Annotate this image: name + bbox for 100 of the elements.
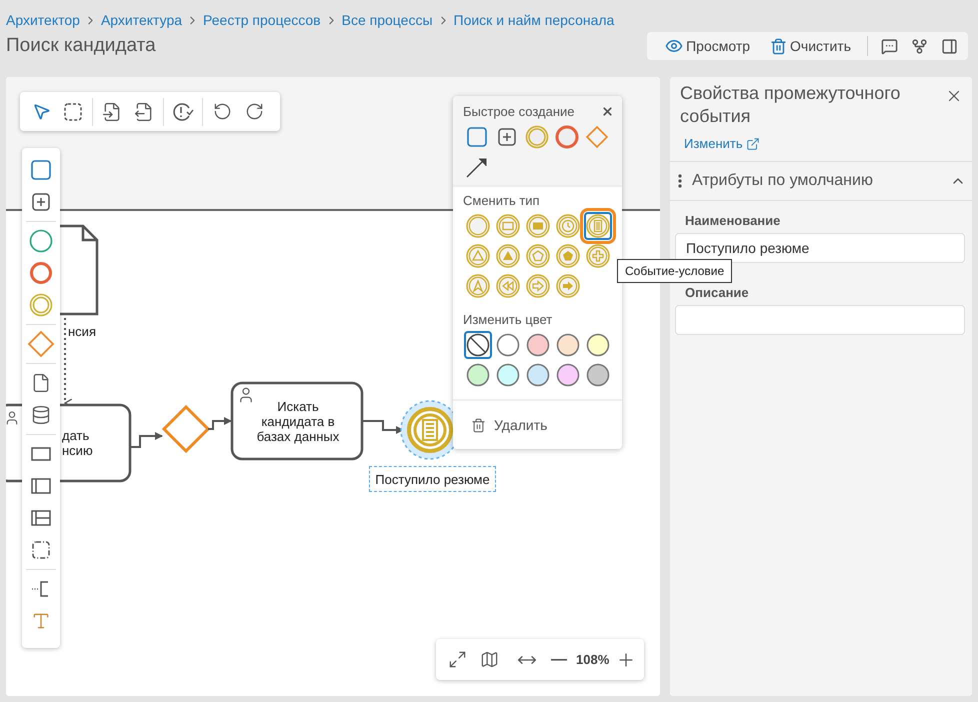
delete-button[interactable]: Удалить [453,399,622,449]
color-swatch [556,363,580,387]
breadcrumb-link[interactable]: Архитектор [6,12,80,28]
gateway-tool[interactable] [26,329,56,359]
color-option[interactable] [464,331,492,359]
section-header[interactable]: Атрибуты по умолчанию [670,161,972,201]
panel-title: Свойства промежуточного события [680,82,902,128]
gateway-tool[interactable] [585,125,609,149]
rectangle-icon [30,445,52,463]
external-link-icon [746,136,760,150]
event-type-icon [526,214,550,238]
color-option[interactable] [464,361,492,389]
trash-icon [471,418,486,432]
connector-arrow [208,417,232,430]
change-link[interactable]: Изменить [684,136,760,151]
diamond-icon [585,125,609,149]
breadcrumb-link[interactable]: Реестр процессов [203,12,321,28]
event-type-icon [496,244,520,268]
color-swatch [466,363,490,387]
field-label: Описание [685,285,750,300]
color-swatch [526,333,550,357]
no-color-icon [466,333,490,357]
event-type-icon [556,214,580,238]
database-icon [31,405,51,425]
thick-circle-icon [555,125,579,149]
color-option[interactable] [524,361,552,389]
breadcrumb-link[interactable]: Архитектура [100,12,182,28]
connector-arrow [362,420,404,434]
event-type-icon [556,244,580,268]
map-icon [480,650,498,669]
lanes-icon [30,509,52,527]
color-option[interactable] [554,331,582,359]
event-type-icon [466,244,490,268]
connector-arrow [130,432,163,448]
task-tool[interactable] [465,125,489,149]
event-type-icon [556,274,580,298]
color-swatch [496,363,520,387]
page-title: Поиск кандидата [6,35,157,57]
subprocess-icon [31,192,51,212]
menu-heading: Быстрое создание [463,104,575,119]
breadcrumb-link[interactable]: Поиск и найм персонала [454,12,614,28]
event-type-icon [586,214,610,238]
gateway-shape [162,404,210,454]
comment-icon [880,38,898,54]
tooltip: Событие-условие [617,259,732,283]
event-label: Поступило резюме [369,466,496,492]
task-label: Искать кандидата в базах данных [256,399,340,444]
zoom-level: 108% [576,652,610,667]
event-type-icon [496,274,520,298]
trash-icon [770,38,788,54]
color-swatch [586,363,610,387]
color-option[interactable] [494,331,522,359]
color-option[interactable] [584,331,612,359]
end-event-tool[interactable] [555,125,579,149]
color-swatch [586,333,610,357]
export-icon [134,102,154,122]
validate-icon [172,102,194,122]
branch-icon [910,38,928,54]
dashed-square-icon [31,540,51,560]
event-type-icon [496,214,520,238]
field-label: Наименование [685,213,782,228]
pointer-icon [32,102,50,121]
user-icon [6,410,20,426]
task-icon [30,159,52,181]
color-swatch [526,363,550,387]
document-icon [31,373,51,393]
subprocess-icon [497,127,517,147]
dashed-square-icon [63,102,83,122]
drag-handle-icon [678,174,682,188]
close-icon [600,105,614,118]
thick-circle-icon [29,261,53,285]
document-label: нсия [68,324,97,339]
task-label: дать нсию [62,428,94,458]
double-circle-icon [525,125,549,149]
color-swatch [556,333,580,357]
diamond-icon [27,330,55,358]
color-option[interactable] [524,331,552,359]
redo-icon [244,102,264,121]
user-icon [237,386,255,404]
color-option[interactable] [584,361,612,389]
task-icon [466,126,488,148]
clear-button[interactable]: Очистить [762,34,859,58]
event-type-option[interactable] [554,212,582,240]
event-type-icon [466,214,490,238]
color-option[interactable] [494,361,522,389]
text-field[interactable]: Поступило резюме [675,233,965,263]
minus-icon [551,658,567,660]
undo-icon [212,102,232,121]
pool-icon [30,477,52,495]
expand-icon [448,650,466,669]
preview-button[interactable]: Просмотр [657,34,758,58]
event-type-option[interactable] [584,242,612,270]
event-type-icon [526,274,550,298]
eye-icon [665,37,684,55]
panel-icon [940,38,958,54]
breadcrumb-link[interactable]: Все процессы [342,12,433,28]
event-type-icon [466,274,490,298]
event-type-icon [526,244,550,268]
color-option[interactable] [554,361,582,389]
text-field[interactable] [675,305,965,335]
